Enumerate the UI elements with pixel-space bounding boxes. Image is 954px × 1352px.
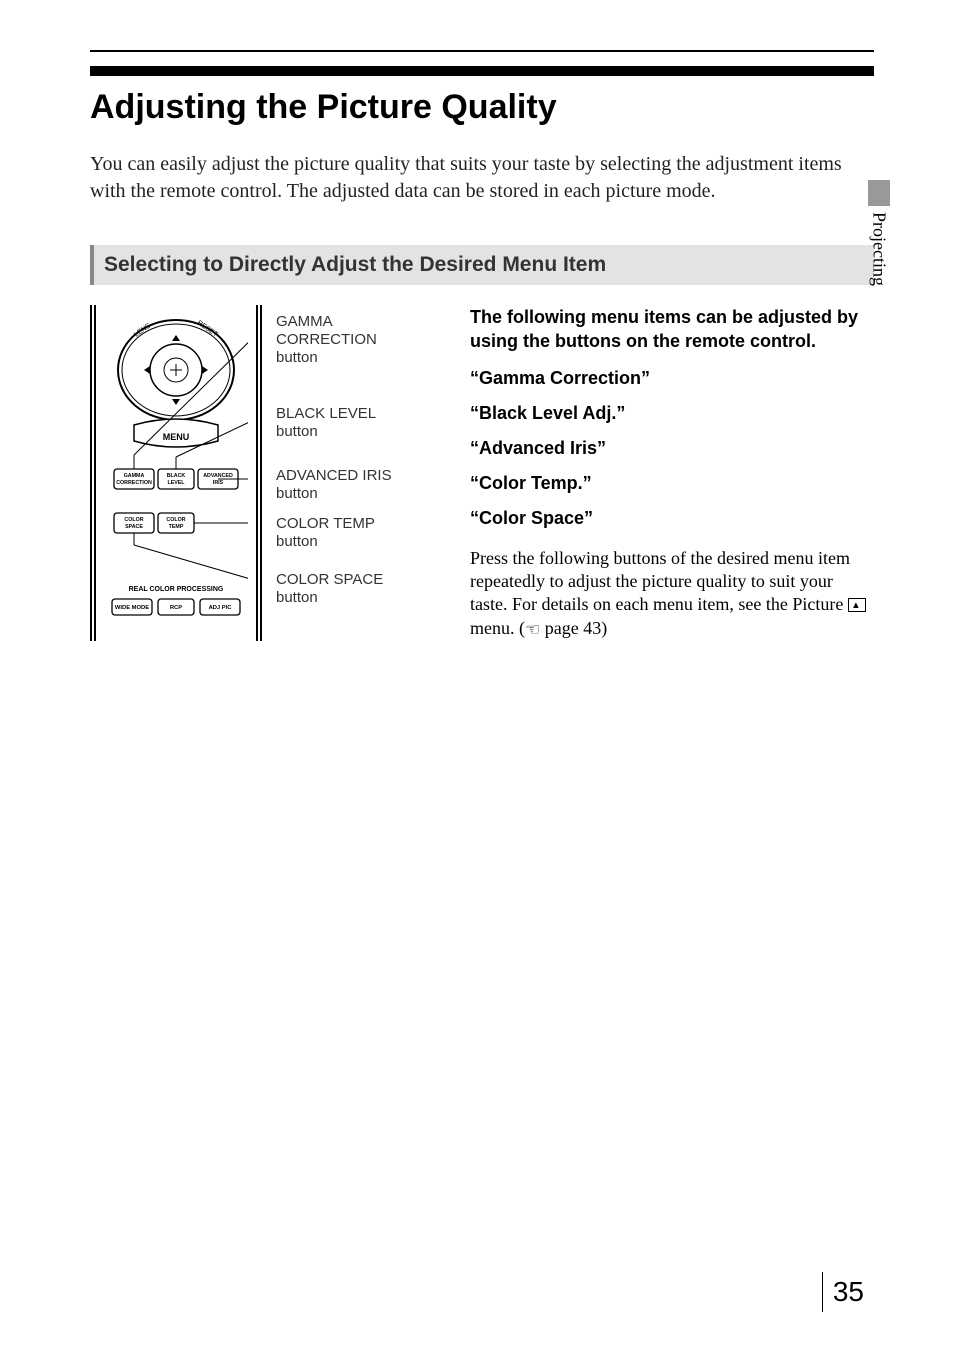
svg-text:ADVANCED: ADVANCED — [203, 473, 233, 479]
side-tab: Projecting — [864, 180, 894, 286]
svg-text:BLACK: BLACK — [167, 473, 186, 479]
callout-color-temp: COLOR TEMP button — [276, 515, 375, 551]
callout-black-level: BLACK LEVEL button — [276, 405, 376, 441]
svg-text:LEVEL: LEVEL — [167, 480, 185, 486]
callout-color-space: COLOR SPACE button — [276, 571, 383, 607]
item-gamma-correction: “Gamma Correction” — [470, 368, 874, 389]
right-column: The following menu items can be adjusted… — [470, 305, 874, 641]
title-rule — [90, 66, 874, 76]
svg-text:REAL COLOR PROCESSING: REAL COLOR PROCESSING — [129, 586, 224, 593]
top-rule — [90, 50, 874, 52]
svg-text:COLOR: COLOR — [166, 517, 185, 523]
svg-text:TEMP: TEMP — [169, 524, 184, 530]
callout-advanced-iris: ADVANCED IRIS button — [276, 467, 392, 503]
section-heading-label: Selecting to Directly Adjust the Desired… — [104, 245, 610, 285]
side-tab-label: Projecting — [869, 212, 890, 286]
right-detail: Press the following buttons of the desir… — [470, 547, 874, 641]
page-number: 35 — [822, 1272, 864, 1312]
svg-text:ADJ PIC: ADJ PIC — [209, 605, 233, 611]
svg-text:RESET: RESET — [196, 320, 220, 340]
content-row: MENU LENS RESET GAMMA CORRECTION BLACK L… — [90, 305, 874, 641]
side-tab-block — [868, 180, 890, 206]
left-vertical-bars — [90, 305, 98, 641]
callout-gamma-correction: GAMMA CORRECTION button — [276, 313, 377, 367]
svg-text:RCP: RCP — [170, 605, 182, 611]
picture-menu-icon — [848, 598, 866, 612]
remote-diagram: MENU LENS RESET GAMMA CORRECTION BLACK L… — [90, 305, 440, 641]
svg-text:GAMMA: GAMMA — [124, 473, 145, 479]
svg-text:WIDE MODE: WIDE MODE — [115, 605, 149, 611]
right-vertical-bars — [254, 305, 262, 641]
section-accent — [90, 245, 94, 285]
page-title: Adjusting the Picture Quality — [90, 88, 874, 127]
svg-text:SPACE: SPACE — [125, 524, 143, 530]
svg-text:COLOR: COLOR — [124, 517, 143, 523]
item-advanced-iris: “Advanced Iris” — [470, 438, 874, 459]
section-heading: Selecting to Directly Adjust the Desired… — [90, 245, 874, 285]
remote-illustration: MENU LENS RESET GAMMA CORRECTION BLACK L… — [104, 305, 248, 641]
page-number-value: 35 — [833, 1276, 864, 1308]
svg-text:CORRECTION: CORRECTION — [116, 480, 152, 486]
right-lead: The following menu items can be adjusted… — [470, 305, 874, 354]
item-color-space: “Color Space” — [470, 508, 874, 529]
callouts: GAMMA CORRECTION button BLACK LEVEL butt… — [276, 305, 440, 641]
page-ref-icon: ☞ — [525, 619, 540, 641]
menu-label: MENU — [163, 432, 190, 442]
svg-text:LENS: LENS — [133, 322, 152, 338]
svg-text:IRIS: IRIS — [213, 480, 224, 486]
intro-text: You can easily adjust the picture qualit… — [90, 151, 874, 205]
item-black-level: “Black Level Adj.” — [470, 403, 874, 424]
page-number-separator — [822, 1272, 823, 1312]
item-color-temp: “Color Temp.” — [470, 473, 874, 494]
